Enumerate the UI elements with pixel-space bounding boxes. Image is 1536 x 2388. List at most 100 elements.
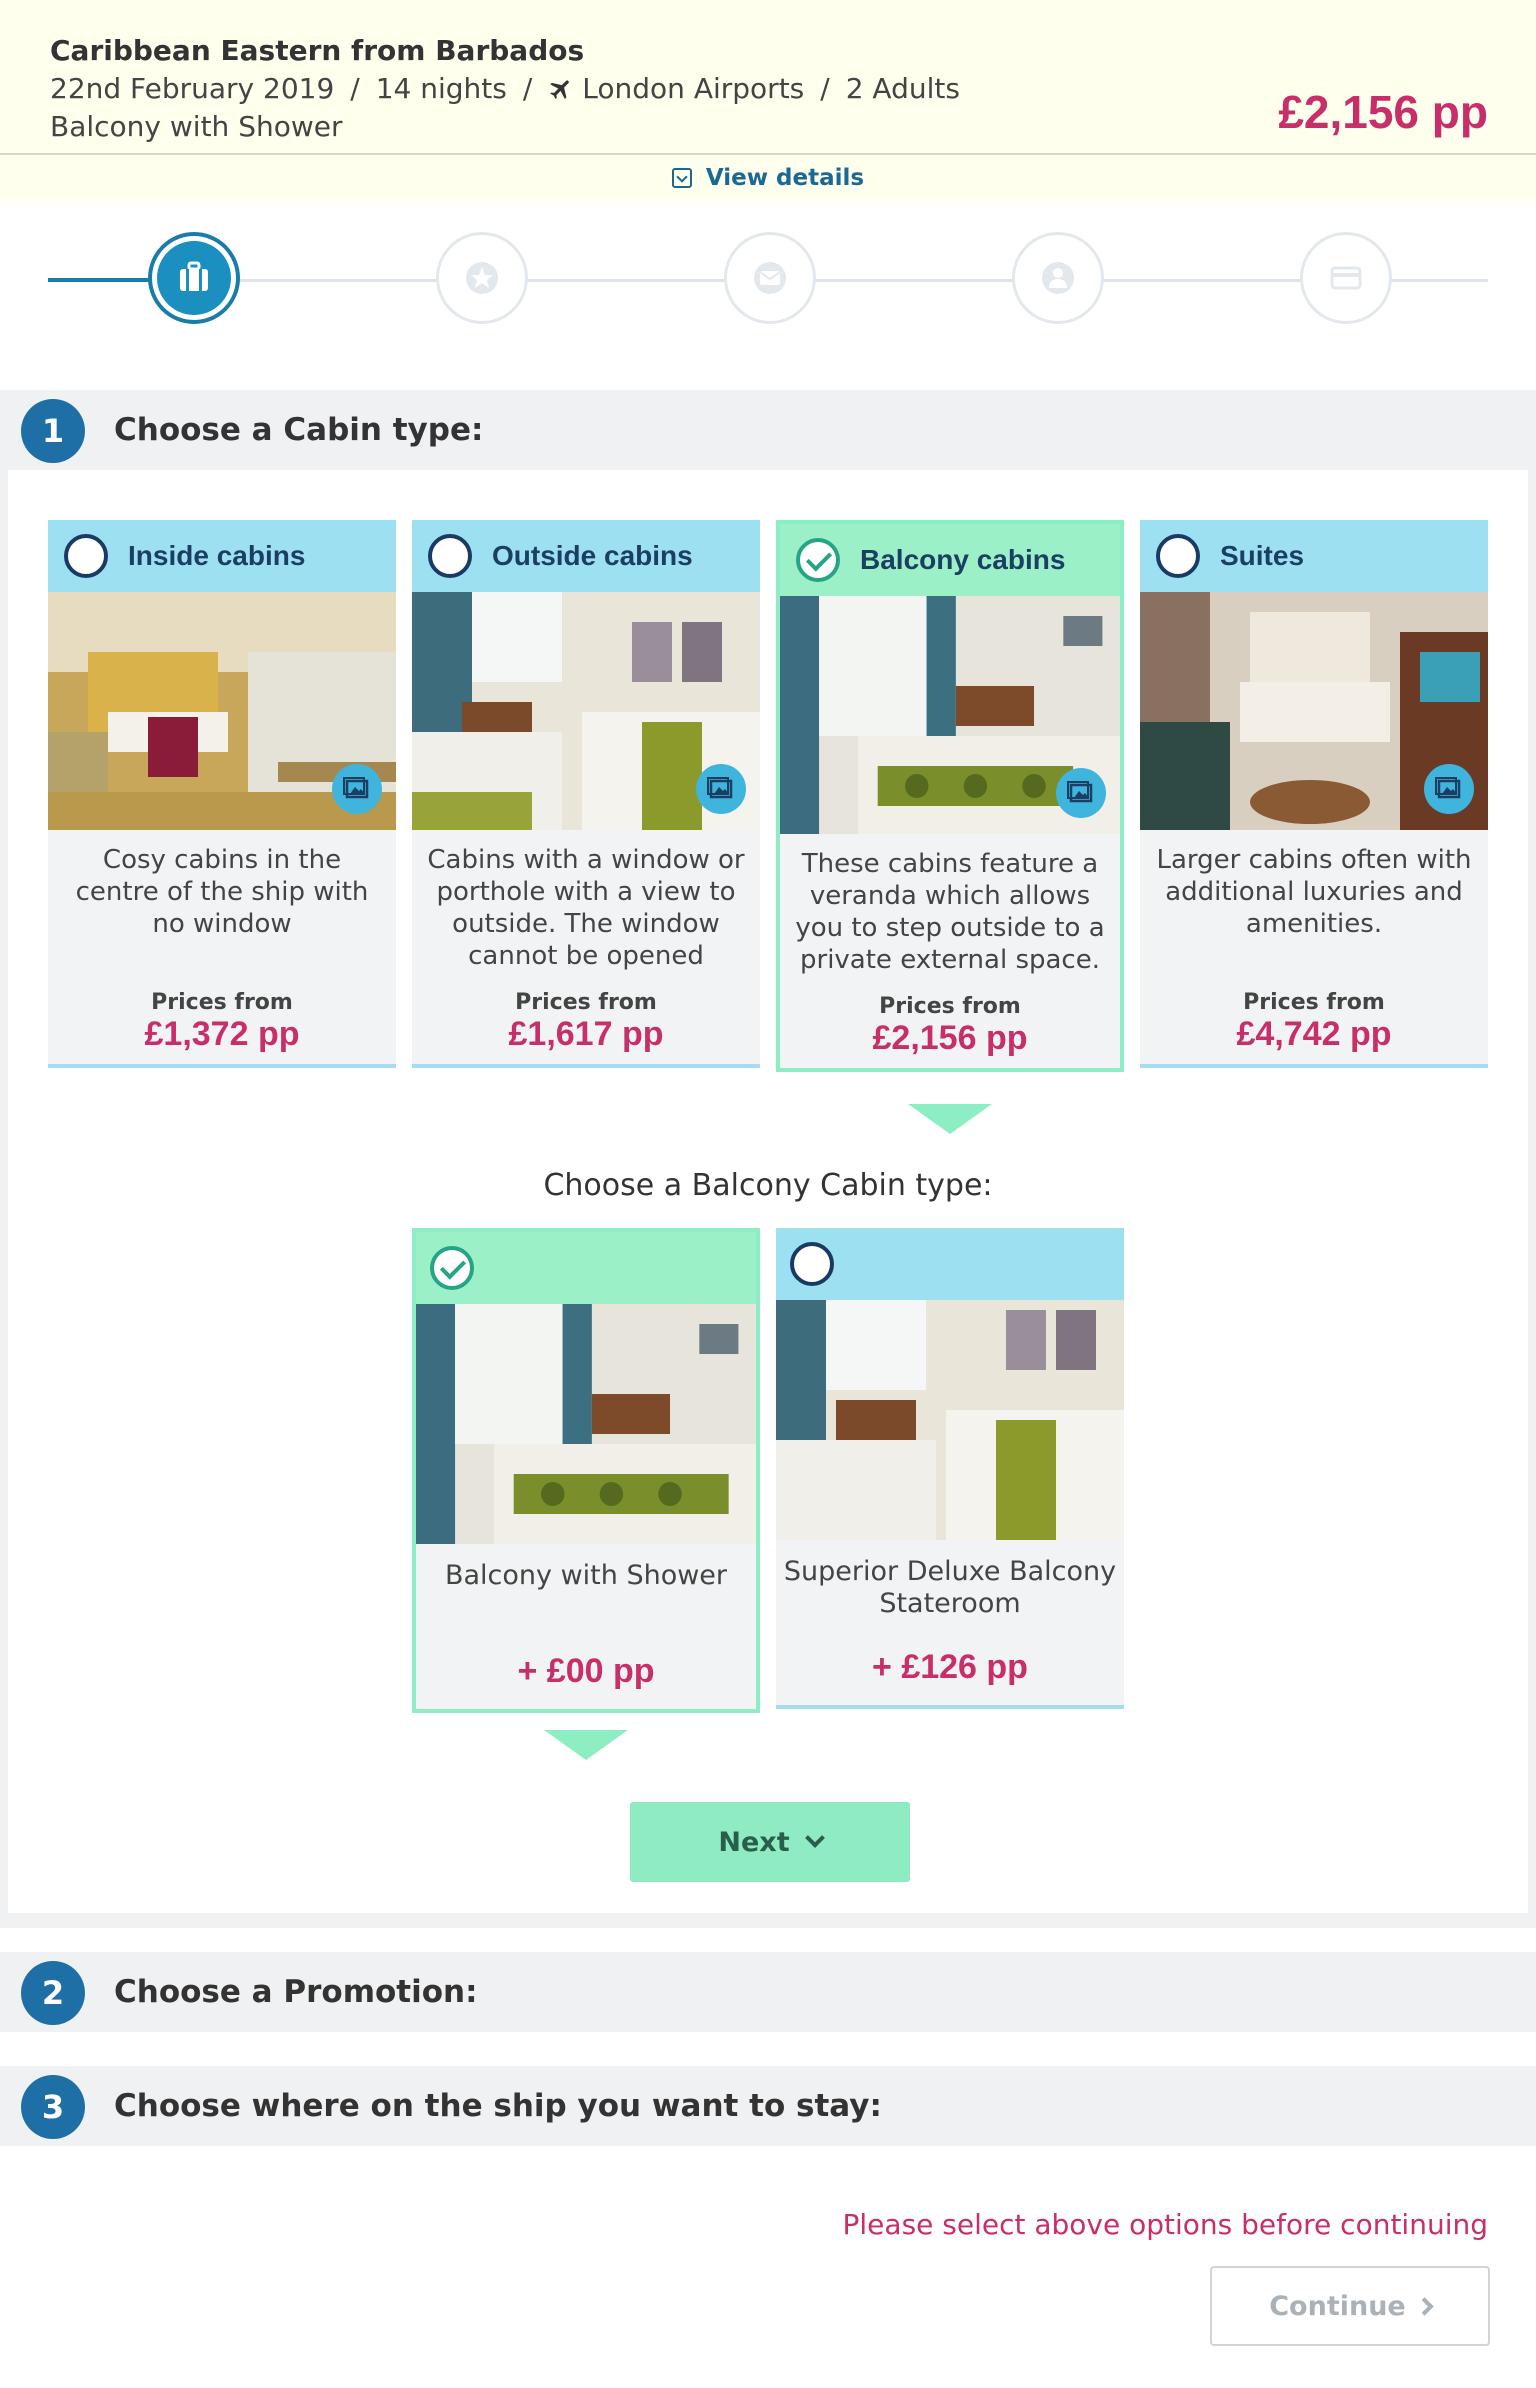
trip-meta: 22nd February 2019 / 14 nights / London … xyxy=(50,72,960,105)
step-contact[interactable] xyxy=(724,232,816,324)
selection-pointer xyxy=(544,1730,628,1760)
cabin-card-suites[interactable]: Suites Larger cabins often with addition… xyxy=(1140,520,1488,1068)
subtype-photo[interactable] xyxy=(416,1304,756,1544)
section-label: Choose where on the ship you want to sta… xyxy=(114,2088,882,2124)
subtype-photo-image xyxy=(416,1304,756,1544)
trip-cabin: Balcony with Shower xyxy=(50,110,343,143)
subtype-name: Balcony with Shower xyxy=(444,1560,728,1591)
card-header xyxy=(776,1228,1124,1300)
cabin-price: £4,742 pp xyxy=(1236,1015,1392,1053)
section-label: Choose a Cabin type: xyxy=(114,412,484,448)
envelope-icon xyxy=(754,262,786,294)
continue-button[interactable]: Continue xyxy=(1210,2266,1490,2346)
radio-button-checked[interactable] xyxy=(430,1246,474,1290)
cabin-description: Larger cabins often with additional luxu… xyxy=(1156,845,1472,939)
cabin-name: Inside cabins xyxy=(128,540,306,571)
total-price: £2,156 pp xyxy=(1278,86,1488,138)
prices-from-label: Prices from xyxy=(879,994,1021,1019)
section-number: 2 xyxy=(21,1961,85,2025)
cabin-description: Cabins with a window or porthole with a … xyxy=(427,845,745,971)
prices-from-label: Prices from xyxy=(1243,990,1385,1015)
prices-from-label: Prices from xyxy=(515,990,657,1015)
separator: / xyxy=(522,72,533,105)
next-button[interactable]: Next xyxy=(630,1802,910,1882)
trip-passengers: 2 Adults xyxy=(845,72,960,105)
stepper-progress xyxy=(48,278,158,282)
cabin-name: Balcony cabins xyxy=(860,544,1066,575)
cabin-price: £1,617 pp xyxy=(508,1015,664,1053)
card-header: Balcony cabins xyxy=(780,524,1120,596)
gallery-icon[interactable] xyxy=(1056,768,1106,818)
subtype-card-superior-deluxe[interactable]: Superior Deluxe Balcony Stateroom + £126… xyxy=(776,1228,1124,1709)
validation-message: Please select above options before conti… xyxy=(842,2208,1488,2241)
step-payment[interactable] xyxy=(1300,232,1392,324)
cabin-card-outside[interactable]: Outside cabins Cabins with a window or p… xyxy=(412,520,760,1068)
cabin-name: Outside cabins xyxy=(492,540,693,571)
continue-label: Continue xyxy=(1269,2290,1406,2322)
trip-airport: London Airports xyxy=(582,72,805,105)
cabin-photo[interactable] xyxy=(412,592,760,830)
separator: / xyxy=(350,72,360,105)
cabin-price: £2,156 pp xyxy=(872,1019,1028,1057)
cabin-description: Cosy cabins in the centre of the ship wi… xyxy=(75,845,369,939)
subtype-title: Choose a Balcony Cabin type: xyxy=(543,1168,993,1203)
card-header: Inside cabins xyxy=(48,520,396,592)
view-details-label: View details xyxy=(705,165,865,191)
subtype-card-balcony-shower[interactable]: Balcony with Shower + £00 pp xyxy=(412,1228,760,1713)
subtype-photo[interactable] xyxy=(776,1300,1124,1540)
prices-from-label: Prices from xyxy=(151,990,293,1015)
trip-nights: 14 nights xyxy=(375,72,507,105)
card-header: Suites xyxy=(1140,520,1488,592)
section-header-3[interactable]: 3 Choose where on the ship you want to s… xyxy=(0,2066,1536,2146)
section-header-1[interactable]: 1 Choose a Cabin type: xyxy=(0,390,1536,470)
step-inner xyxy=(157,241,231,315)
expand-icon xyxy=(671,168,692,188)
cabin-name: Suites xyxy=(1220,540,1305,571)
cabin-card-inside[interactable]: Inside cabins Cosy cabins in the centre … xyxy=(48,520,396,1068)
cabin-card-balcony[interactable]: Balcony cabins These cabins feature a ve… xyxy=(776,520,1124,1072)
chevron-down-icon xyxy=(804,1828,825,1848)
suitcase-icon xyxy=(180,261,208,291)
step-inner xyxy=(1309,241,1383,315)
step-inner xyxy=(445,241,519,315)
radio-button[interactable] xyxy=(64,534,108,578)
subtype-name: Superior Deluxe Balcony Stateroom xyxy=(783,1556,1117,1619)
selection-pointer xyxy=(908,1104,992,1134)
section-header-2[interactable]: 2 Choose a Promotion: xyxy=(0,1952,1536,2032)
radio-wrap xyxy=(430,1246,494,1290)
trip-title: Caribbean Eastern from Barbados xyxy=(50,34,585,67)
details-bar: View details xyxy=(0,155,1536,201)
section-label: Choose a Promotion: xyxy=(114,1974,478,2010)
step-promotion[interactable] xyxy=(436,232,528,324)
cabin-price: £1,372 pp xyxy=(144,1015,300,1053)
trip-summary: Caribbean Eastern from Barbados 22nd Feb… xyxy=(0,0,1536,155)
step-cabin[interactable] xyxy=(148,232,240,324)
card-header: Outside cabins xyxy=(412,520,760,592)
card-header xyxy=(416,1232,756,1304)
booking-stepper xyxy=(48,232,1488,328)
gallery-icon[interactable] xyxy=(332,764,382,814)
step-inner xyxy=(733,241,807,315)
step-passengers[interactable] xyxy=(1012,232,1104,324)
cabin-photo[interactable] xyxy=(48,592,396,830)
person-icon xyxy=(1042,262,1074,294)
cabin-photo[interactable] xyxy=(1140,592,1488,830)
cabin-photo[interactable] xyxy=(780,596,1120,834)
gallery-icon[interactable] xyxy=(696,764,746,814)
cabin-description: These cabins feature a veranda which all… xyxy=(795,849,1105,975)
trip-date: 22nd February 2019 xyxy=(50,72,335,105)
step-inner xyxy=(1021,241,1095,315)
credit-card-icon xyxy=(1330,266,1362,290)
radio-button-checked[interactable] xyxy=(796,538,840,582)
radio-button[interactable] xyxy=(1156,534,1200,578)
plane-icon xyxy=(550,80,570,99)
subtype-photo-image xyxy=(776,1300,1124,1540)
section-number: 3 xyxy=(21,2075,85,2139)
radio-button[interactable] xyxy=(790,1242,834,1286)
star-icon xyxy=(466,262,498,294)
radio-button[interactable] xyxy=(428,534,472,578)
separator: / xyxy=(820,72,830,105)
view-details-link[interactable]: View details xyxy=(671,165,865,191)
chevron-right-icon xyxy=(1415,2296,1434,2316)
gallery-icon[interactable] xyxy=(1424,764,1474,814)
